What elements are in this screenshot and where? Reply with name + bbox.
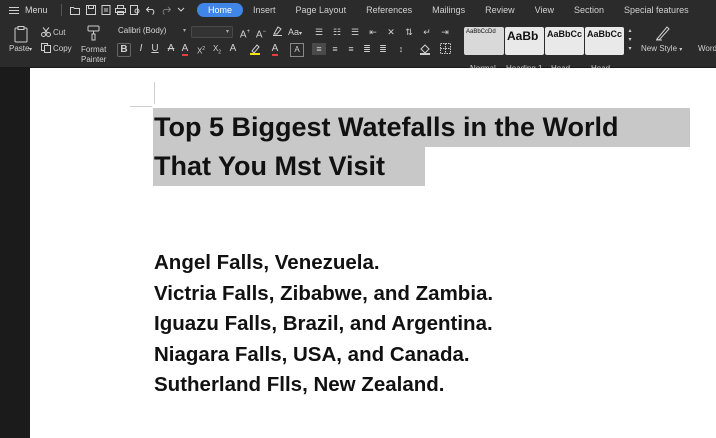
undo-icon[interactable] (144, 4, 157, 17)
tab-stops-icon[interactable]: ⇥ (438, 26, 452, 38)
change-case-icon[interactable]: Aa▾ (286, 26, 304, 40)
tab-insert[interactable]: Insert (243, 3, 286, 17)
paste-icon[interactable] (14, 26, 28, 45)
waterfall-list: Angel Falls, Venezuela. Victria Falls, Z… (154, 248, 493, 401)
list-item[interactable]: Sutherland Flls, New Zealand. (154, 370, 493, 401)
new-style-button[interactable]: New Style ▾ (641, 44, 682, 53)
superscript-icon[interactable]: X2 (194, 43, 208, 58)
text-effect-icon[interactable]: A (226, 43, 240, 55)
font-color-icon[interactable]: A (268, 43, 282, 56)
separator (61, 4, 62, 16)
tab-section[interactable]: Section (564, 3, 614, 17)
multilevel-list-icon[interactable]: ☰ (348, 26, 362, 38)
left-gutter (0, 68, 30, 438)
menu-label: Menu (25, 5, 48, 15)
chinese-layout-icon[interactable]: ✕ (384, 26, 398, 38)
hamburger-icon (9, 6, 19, 14)
quick-access-toolbar (65, 4, 191, 17)
open-folder-icon[interactable] (69, 4, 82, 17)
tab-page-layout[interactable]: Page Layout (286, 3, 357, 17)
line-spacing-icon[interactable]: ↕ (394, 43, 408, 55)
clear-format-icon[interactable] (270, 26, 284, 40)
copy-button[interactable]: Copy (53, 44, 72, 53)
title-line-1[interactable]: Top 5 Biggest Watefalls in the World (153, 108, 690, 147)
style-heading-1[interactable]: AaBb (505, 27, 544, 55)
italic-icon[interactable]: I (134, 43, 148, 55)
tab-view[interactable]: View (525, 3, 564, 17)
style-preview: AaBbCc (587, 29, 623, 39)
redo-icon[interactable] (159, 4, 172, 17)
word-art-button[interactable]: Word (698, 44, 716, 53)
decrease-indent-icon[interactable]: ⇤ (366, 26, 380, 38)
strikethrough-icon[interactable]: A (164, 43, 178, 55)
font-name-dropdown[interactable]: Calibri (Body) ▾ (115, 26, 189, 38)
document-page[interactable]: Top 5 Biggest Watefalls in the World Tha… (30, 68, 716, 438)
grow-font-icon[interactable]: A+ (238, 26, 252, 41)
bullets-icon[interactable]: ☰ (312, 26, 326, 38)
tab-special-features[interactable]: Special features (614, 3, 699, 17)
style-heading-2[interactable]: AaBbCc (545, 27, 584, 55)
cut-button[interactable]: Cut (53, 28, 65, 37)
numbering-icon[interactable]: ☷ (330, 26, 344, 38)
font-effects-icon[interactable]: A (178, 43, 192, 56)
character-border-icon[interactable]: A (290, 43, 304, 57)
title-line-2[interactable]: That You Mst Visit (153, 147, 425, 186)
ribbon-tabs: Home Insert Page Layout References Maili… (197, 3, 699, 17)
list-item[interactable]: Angel Falls, Venezuela. (154, 248, 493, 279)
shading-icon[interactable] (418, 43, 432, 59)
shrink-font-icon[interactable]: A− (254, 26, 268, 41)
format-painter-label-1[interactable]: Format (81, 45, 106, 54)
cut-icon[interactable] (41, 27, 51, 39)
home-ribbon: Paste ▾ Cut Copy Format Painter Calibri … (0, 20, 716, 73)
style-heading-3[interactable]: AaBbCc (585, 27, 624, 55)
tab-references[interactable]: References (356, 3, 422, 17)
style-preview: AaBbCc (547, 29, 583, 39)
sort-icon[interactable]: ⇅ (402, 26, 416, 38)
tab-home[interactable]: Home (197, 3, 244, 17)
font-size-dropdown[interactable]: ▾ (191, 26, 233, 38)
menu-button[interactable]: Menu (0, 5, 58, 15)
bold-icon[interactable]: B (117, 43, 131, 57)
save-icon[interactable] (84, 4, 97, 17)
align-center-icon[interactable]: ≡ (328, 43, 342, 55)
style-preview: AaBbCcDd (466, 29, 496, 35)
highlight-icon[interactable] (248, 43, 262, 59)
styles-scroll[interactable]: ▴ ▾ ▾ (626, 27, 634, 54)
align-left-icon[interactable]: ≡ (312, 43, 326, 55)
justify-icon[interactable]: ≣ (360, 43, 374, 55)
distributed-icon[interactable]: ≣ (376, 43, 390, 55)
list-item[interactable]: Iguazu Falls, Brazil, and Argentina. (154, 309, 493, 340)
margin-corner-mark (154, 82, 155, 104)
paste-button[interactable]: Paste (9, 44, 29, 53)
borders-icon[interactable] (438, 43, 452, 58)
print-preview-icon[interactable] (129, 4, 142, 17)
show-marks-icon[interactable]: ↵ (420, 26, 434, 38)
chevron-down-icon: ▾ (225, 29, 229, 35)
paste-dropdown-icon[interactable]: ▾ (29, 46, 32, 53)
style-normal[interactable]: AaBbCcDd (464, 27, 504, 55)
list-item[interactable]: Victria Falls, Zibabwe, and Zambia. (154, 279, 493, 310)
document-title[interactable]: Top 5 Biggest Watefalls in the World Tha… (153, 108, 690, 186)
format-painter-icon[interactable] (87, 25, 100, 43)
customize-toolbar-icon[interactable] (174, 4, 187, 17)
menu-bar: Menu Home Insert Page Layout References … (0, 0, 716, 20)
style-preview: AaBb (507, 29, 539, 43)
chevron-down-icon: ▾ (182, 28, 186, 34)
export-pdf-icon[interactable] (99, 4, 112, 17)
underline-icon[interactable]: U (148, 43, 162, 55)
copy-icon[interactable] (41, 43, 51, 55)
print-icon[interactable] (114, 4, 127, 17)
align-right-icon[interactable]: ≡ (344, 43, 358, 55)
tab-review[interactable]: Review (475, 3, 525, 17)
format-painter-label-2[interactable]: Painter (81, 55, 106, 64)
subscript-icon[interactable]: X2 (210, 43, 224, 59)
font-name-value: Calibri (Body) (118, 26, 167, 35)
list-item[interactable]: Niagara Falls, USA, and Canada. (154, 340, 493, 371)
margin-corner-mark (130, 106, 152, 107)
new-style-label: New Style (641, 44, 678, 53)
new-style-icon[interactable] (655, 25, 671, 43)
tab-mailings[interactable]: Mailings (422, 3, 475, 17)
